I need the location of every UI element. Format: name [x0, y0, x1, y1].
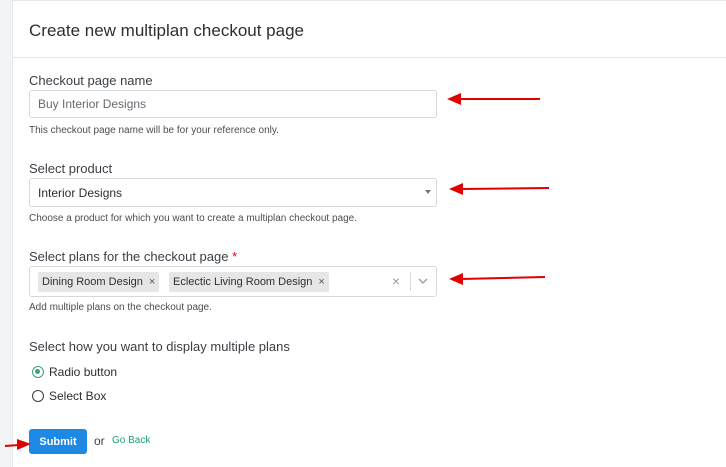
checkout-page-name-label: Checkout page name — [29, 73, 153, 88]
tag-remove-icon[interactable]: × — [149, 272, 155, 292]
select-plans-label-text: Select plans for the checkout page — [29, 249, 229, 264]
display-mode-label: Select how you want to display multiple … — [29, 339, 290, 354]
plan-tag: Eclectic Living Room Design × — [169, 272, 329, 292]
multiselect-divider — [410, 272, 411, 291]
submit-button[interactable]: Submit — [29, 429, 87, 454]
tag-remove-icon[interactable]: × — [318, 272, 324, 292]
radio-option-label: Radio button — [49, 365, 118, 379]
select-plans-help: Add multiple plans on the checkout page. — [29, 302, 212, 313]
caret-down-icon — [425, 190, 431, 194]
radio-option-label: Select Box — [49, 389, 107, 403]
product-select[interactable]: Interior Designs — [29, 178, 437, 207]
red-arrow-icon — [449, 183, 550, 195]
plans-multiselect[interactable]: Dining Room Design × Eclectic Living Room… — [29, 266, 437, 297]
checkout-page-name-help: This checkout page name will be for your… — [29, 125, 279, 136]
close-icon[interactable]: × — [389, 274, 403, 288]
checkout-page-name-input[interactable] — [29, 90, 437, 118]
red-arrow-icon — [4, 439, 31, 450]
or-text: or — [94, 434, 105, 448]
card-header: Create new multiplan checkout page — [13, 1, 726, 58]
select-product-help: Choose a product for which you want to c… — [29, 213, 357, 224]
required-mark: * — [232, 249, 238, 264]
radio-unchecked-icon[interactable] — [32, 390, 44, 402]
chevron-down-icon[interactable] — [417, 276, 429, 286]
page-title: Create new multiplan checkout page — [29, 21, 304, 40]
product-select-value: Interior Designs — [38, 186, 123, 200]
plan-tag: Dining Room Design × — [38, 272, 160, 292]
red-arrow-icon — [447, 93, 540, 105]
radio-checked-icon[interactable] — [32, 366, 44, 378]
checkout-form-card: Create new multiplan checkout page Check… — [12, 0, 726, 467]
plan-tag-label: Dining Room Design — [42, 276, 143, 288]
red-arrow-icon — [449, 273, 546, 285]
go-back-link[interactable]: Go Back — [112, 435, 150, 446]
plan-tag-label: Eclectic Living Room Design — [173, 276, 313, 288]
select-product-label: Select product — [29, 161, 113, 176]
select-plans-label: Select plans for the checkout page * — [29, 249, 237, 264]
